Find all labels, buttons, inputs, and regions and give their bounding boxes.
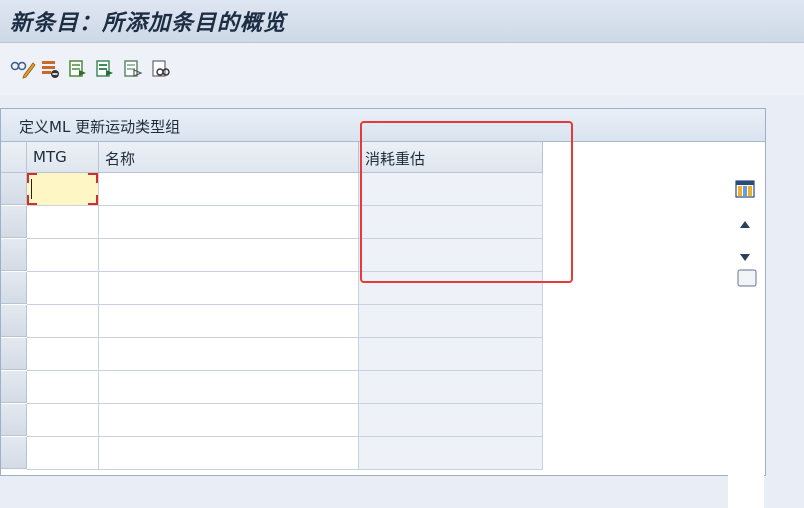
cell-mtg[interactable] (27, 272, 99, 305)
column-header-mtg[interactable]: MTG (27, 142, 99, 173)
scroll-down-icon[interactable] (739, 247, 751, 266)
page-title: 新条目：所添加条目的概览 (10, 10, 287, 36)
column-header-consumption-revaluation[interactable]: 消耗重估 (359, 142, 543, 173)
row-selector[interactable] (1, 173, 27, 205)
focus-marker (88, 173, 98, 183)
cell-consumption-revaluation[interactable] (359, 239, 543, 272)
cell-mtg[interactable] (27, 404, 99, 437)
print-preview-icon[interactable] (151, 59, 171, 79)
column-header-name[interactable]: 名称 (99, 142, 359, 173)
focus-marker (27, 195, 37, 205)
cell-consumption-revaluation[interactable] (359, 371, 543, 404)
cell-name[interactable] (99, 206, 359, 239)
title-bar: 新条目：所添加条目的概览 (0, 0, 804, 43)
copy-entry-icon[interactable] (68, 59, 88, 79)
row-selector[interactable] (1, 371, 27, 403)
row-selector[interactable] (1, 239, 27, 271)
cell-consumption-revaluation[interactable] (359, 173, 543, 206)
delete-icon[interactable] (40, 59, 60, 79)
display-change-icon[interactable] (10, 59, 36, 79)
cell-mtg[interactable] (27, 338, 99, 371)
table-caption: 定义ML 更新运动类型组 (19, 118, 181, 136)
row-selector[interactable] (1, 206, 27, 238)
cell-consumption-revaluation[interactable] (359, 305, 543, 338)
cell-name[interactable] (99, 404, 359, 437)
cell-name[interactable] (99, 338, 359, 371)
row-selector[interactable] (1, 404, 27, 436)
cell-consumption-revaluation[interactable] (359, 206, 543, 239)
cell-mtg[interactable] (27, 173, 99, 206)
row-selector[interactable] (1, 272, 27, 304)
cell-name[interactable] (99, 239, 359, 272)
table-settings-icon[interactable] (735, 180, 755, 202)
deselect-icon[interactable] (123, 59, 143, 79)
table-caption-bar: 定义ML 更新运动类型组 (1, 109, 765, 142)
cell-name[interactable] (99, 173, 359, 206)
data-grid: MTG 名称 消耗重估 (1, 142, 765, 508)
select-block-icon[interactable] (95, 59, 115, 79)
select-all-header[interactable] (1, 142, 27, 173)
cell-mtg[interactable] (27, 206, 99, 239)
cell-name[interactable] (99, 305, 359, 338)
row-selector[interactable] (1, 305, 27, 337)
scroll-panel (728, 175, 764, 508)
toolbar (0, 43, 804, 95)
cell-name[interactable] (99, 437, 359, 470)
cell-consumption-revaluation[interactable] (359, 272, 543, 305)
cell-mtg[interactable] (27, 371, 99, 404)
focus-marker (88, 195, 98, 205)
table-control: 定义ML 更新运动类型组 MTG 名称 消耗重估 (0, 108, 766, 508)
row-selector[interactable] (1, 338, 27, 370)
focus-marker (27, 173, 37, 183)
scroll-end-icon[interactable] (737, 269, 757, 291)
cell-name[interactable] (99, 371, 359, 404)
cell-mtg[interactable] (27, 305, 99, 338)
scroll-up-icon[interactable] (739, 215, 751, 234)
row-selector[interactable] (1, 437, 27, 469)
cell-consumption-revaluation[interactable] (359, 404, 543, 437)
cell-consumption-revaluation[interactable] (359, 338, 543, 371)
cell-mtg[interactable] (27, 239, 99, 272)
cell-name[interactable] (99, 272, 359, 305)
cell-consumption-revaluation[interactable] (359, 437, 543, 470)
cell-mtg[interactable] (27, 437, 99, 470)
